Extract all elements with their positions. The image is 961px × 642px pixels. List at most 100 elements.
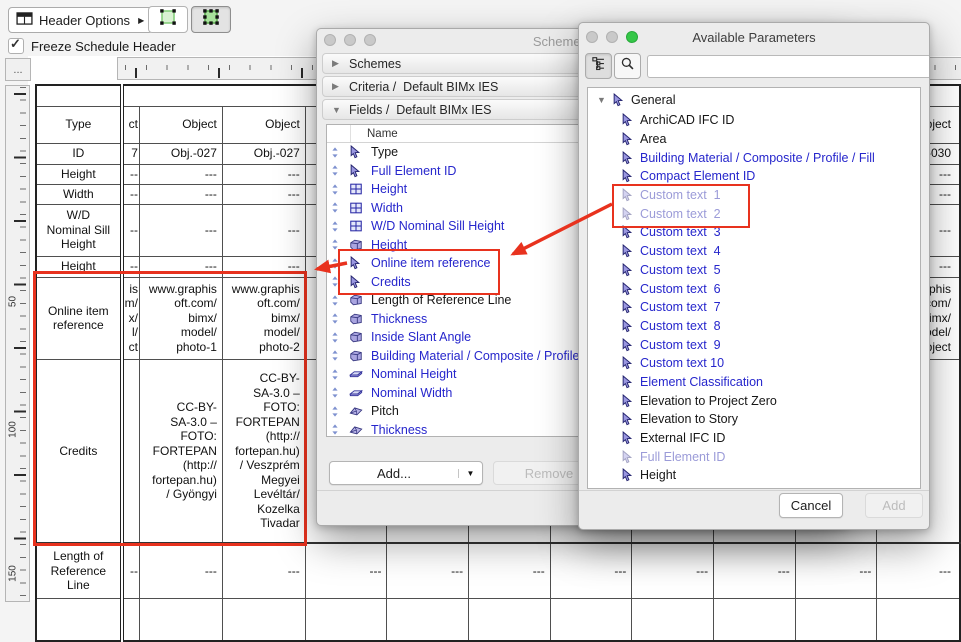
schedule-cell[interactable]: is m/ x/ l/ ct — [121, 276, 140, 360]
param-row-custom-text-1[interactable]: Custom text 1 — [588, 186, 920, 205]
zoom-button[interactable] — [364, 34, 376, 46]
schedule-cell[interactable]: --- — [221, 183, 306, 205]
schedule-cell[interactable] — [121, 597, 140, 642]
sort-handle-icon[interactable] — [331, 257, 340, 270]
schedule-cell[interactable]: --- — [304, 542, 388, 599]
param-row-full-element-id[interactable]: Full Element ID — [588, 447, 920, 466]
zoom-button[interactable] — [626, 31, 638, 43]
param-row-custom-text-4[interactable]: Custom text 4 — [588, 242, 920, 261]
schedule-cell[interactable]: --- — [631, 542, 715, 599]
schedule-cell[interactable]: --- — [221, 542, 306, 599]
schedule-cell[interactable]: www.graphis oft.com/ bimx/ model/ photo-… — [138, 276, 223, 360]
schedule-cell[interactable] — [468, 597, 551, 642]
sort-handle-icon[interactable] — [331, 238, 340, 251]
schedule-cell[interactable] — [121, 358, 140, 544]
schedule-cell[interactable]: --- — [713, 542, 796, 599]
schedule-cell[interactable]: ct — [121, 105, 140, 144]
close-button[interactable] — [324, 34, 336, 46]
search-toggle-button[interactable] — [614, 53, 641, 79]
schedule-cell[interactable]: -- — [121, 542, 140, 599]
schedule-cell[interactable] — [876, 597, 961, 642]
schedule-cell[interactable]: --- — [138, 255, 223, 278]
param-row-height[interactable]: Height — [588, 466, 920, 485]
schedule-row-label[interactable] — [35, 597, 124, 642]
sort-handle-icon[interactable] — [331, 331, 340, 344]
schedule-row-label[interactable]: Credits — [35, 358, 124, 544]
schedule-cell[interactable]: --- — [386, 542, 470, 599]
schedule-cell[interactable] — [221, 597, 306, 642]
param-row-custom-text-6[interactable]: Custom text 6 — [588, 279, 920, 298]
schedule-cell[interactable]: CC-BY- SA-3.0 – FOTO: FORTEPAN (http:// … — [138, 358, 223, 544]
param-row-area[interactable]: Area — [588, 130, 920, 149]
param-row-archicad-ifc-id[interactable]: ArchiCAD IFC ID — [588, 111, 920, 130]
schedule-row-label[interactable]: Width — [35, 183, 124, 205]
schedule-cell[interactable] — [304, 597, 388, 642]
cancel-button[interactable]: Cancel — [779, 493, 843, 518]
schedule-cell[interactable]: --- — [876, 542, 961, 599]
param-row-custom-text-7[interactable]: Custom text 7 — [588, 298, 920, 317]
schedule-cell[interactable]: --- — [549, 542, 633, 599]
dropdown-arrow-icon[interactable]: ▼ — [458, 468, 482, 478]
schedule-cell[interactable]: CC-BY- SA-3.0 – FOTO: FORTEPAN (http:// … — [221, 358, 306, 544]
freeze-schedule-header-checkbox[interactable]: ✓ — [8, 36, 24, 54]
schedule-row-label[interactable]: ID — [35, 142, 124, 165]
ruler-corner-button[interactable]: ... — [5, 58, 31, 81]
marquee-corners-button[interactable] — [148, 6, 188, 33]
param-row-custom-text-2[interactable]: Custom text 2 — [588, 204, 920, 223]
schedule-row-label[interactable]: Length of Reference Line — [35, 542, 124, 599]
param-row-custom-text-10[interactable]: Custom text 10 — [588, 354, 920, 373]
schedule-cell[interactable]: --- — [138, 183, 223, 205]
close-button[interactable] — [586, 31, 598, 43]
sort-handle-icon[interactable] — [331, 164, 340, 177]
available-parameters-titlebar[interactable]: Available Parameters — [579, 23, 929, 49]
schedule-cell[interactable]: -- — [121, 255, 140, 278]
param-row-element-classification[interactable]: Element Classification — [588, 373, 920, 392]
sort-handle-icon[interactable] — [331, 423, 340, 436]
sort-handle-icon[interactable] — [331, 405, 340, 418]
schedule-cell[interactable] — [713, 597, 796, 642]
schedule-cell[interactable]: --- — [221, 203, 306, 257]
schedule-cell[interactable]: -- — [121, 203, 140, 257]
param-row-building-material-composite-profile-fill[interactable]: Building Material / Composite / Profile … — [588, 148, 920, 167]
schedule-cell[interactable]: Obj.-027 — [221, 142, 306, 165]
schedule-cell[interactable]: www.graphis oft.com/ bimx/ model/ photo-… — [221, 276, 306, 360]
schedule-cell[interactable]: --- — [794, 542, 878, 599]
header-options-button[interactable]: Header Options ▶ — [8, 7, 154, 33]
param-row-compact-element-id[interactable]: Compact Element ID — [588, 167, 920, 186]
sort-handle-icon[interactable] — [331, 146, 340, 159]
schedule-cell[interactable]: --- — [138, 542, 223, 599]
parameter-search-input[interactable] — [647, 55, 929, 78]
schedule-cell[interactable]: -- — [121, 163, 140, 185]
schedule-cell[interactable] — [138, 597, 223, 642]
schedule-cell[interactable]: --- — [138, 163, 223, 185]
param-row-external-ifc-id[interactable]: External IFC ID — [588, 429, 920, 448]
minimize-button[interactable] — [344, 34, 356, 46]
schedule-cell[interactable] — [222, 84, 306, 107]
sort-handle-icon[interactable] — [331, 368, 340, 381]
schedule-cell[interactable] — [631, 597, 715, 642]
schedule-cell[interactable]: --- — [221, 163, 306, 185]
schedule-row-label[interactable]: W/D Nominal Sill Height — [35, 203, 124, 257]
schedule-row-label[interactable]: Height — [35, 163, 124, 185]
param-row-elevation-to-story[interactable]: Elevation to Story — [588, 410, 920, 429]
schedule-row-label[interactable]: Online item reference — [35, 276, 124, 360]
disclosure-triangle-icon[interactable]: ▼ — [597, 95, 606, 105]
add-parameter-button[interactable]: Add — [865, 493, 923, 518]
sort-handle-icon[interactable] — [331, 349, 340, 362]
tree-view-toggle-button[interactable] — [585, 53, 612, 79]
marquee-handles-button[interactable] — [191, 6, 231, 33]
schedule-cell[interactable]: --- — [468, 542, 551, 599]
schedule-row-label[interactable]: Type — [35, 105, 124, 144]
schedule-cell[interactable]: Object — [221, 105, 306, 144]
add-fields-button[interactable]: Add... ▼ — [329, 461, 483, 485]
param-row-custom-text-5[interactable]: Custom text 5 — [588, 261, 920, 280]
param-row-custom-text-3[interactable]: Custom text 3 — [588, 223, 920, 242]
sort-handle-icon[interactable] — [331, 312, 340, 325]
schedule-cell[interactable]: --- — [221, 255, 306, 278]
minimize-button[interactable] — [606, 31, 618, 43]
schedule-cell[interactable]: Object — [138, 105, 223, 144]
sort-handle-icon[interactable] — [331, 275, 340, 288]
schedule-cell[interactable]: -- — [121, 183, 140, 205]
schedule-cell[interactable] — [139, 84, 223, 107]
sort-handle-icon[interactable] — [331, 386, 340, 399]
